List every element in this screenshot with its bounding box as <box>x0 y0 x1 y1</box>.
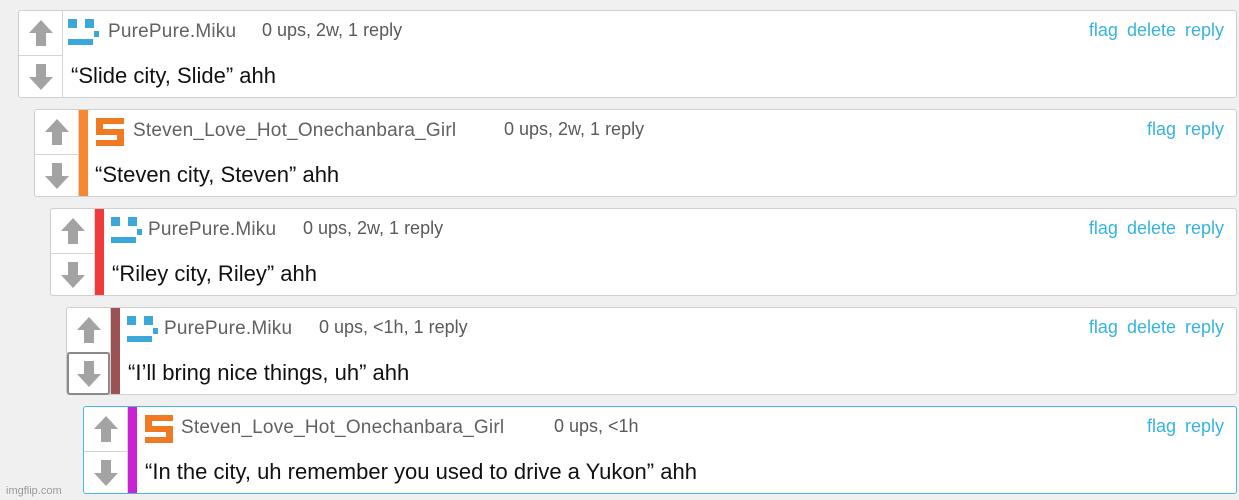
username-link[interactable]: PurePure.Miku <box>148 219 276 241</box>
reply-link[interactable]: reply <box>1185 119 1224 140</box>
comment-actions: flag delete reply <box>1089 218 1224 239</box>
downvote-button[interactable] <box>35 154 78 197</box>
reply-depth-bar <box>111 308 120 394</box>
comment-text: “Slide city, Slide” ahh <box>71 63 277 88</box>
miku-icon <box>108 213 144 249</box>
comment: PurePure.Miku 0 ups, 2w, 1 reply flag de… <box>18 10 1237 98</box>
comment-actions: flag delete reply <box>1089 317 1224 338</box>
upvote-button[interactable] <box>67 308 110 353</box>
upvote-button[interactable] <box>19 11 62 56</box>
up-arrow-icon <box>93 416 118 442</box>
comment-text: “Steven city, Steven” ahh <box>95 162 340 187</box>
down-arrow-icon <box>28 63 53 90</box>
comment-meta: 0 ups, 2w, 1 reply <box>303 218 444 238</box>
down-arrow-icon <box>60 261 85 288</box>
comment-meta: 0 ups, 2w, 1 reply <box>504 119 645 139</box>
reply-depth-bar <box>79 110 88 196</box>
reply-depth-bar <box>95 209 104 295</box>
comment-actions: flag reply <box>1147 119 1224 140</box>
username-link[interactable]: PurePure.Miku <box>108 21 236 43</box>
comment: Steven_Love_Hot_Onechanbara_Girl 0 ups, … <box>34 109 1237 197</box>
reply-depth-bar <box>128 407 137 493</box>
upvote-button[interactable] <box>51 209 94 254</box>
comment: PurePure.Miku 0 ups, <1h, 1 reply flag d… <box>66 307 1237 395</box>
delete-link[interactable]: delete <box>1127 218 1176 239</box>
comment: PurePure.Miku 0 ups, 2w, 1 reply flag de… <box>50 208 1237 296</box>
reply-link[interactable]: reply <box>1185 317 1224 338</box>
miku-icon <box>65 15 101 51</box>
comment-text: “Riley city, Riley” ahh <box>112 261 317 286</box>
username-link[interactable]: Steven_Love_Hot_Onechanbara_Girl <box>181 417 504 439</box>
downvote-button[interactable] <box>51 253 94 296</box>
comment-text: “In the city, uh remember you used to dr… <box>145 459 697 484</box>
down-arrow-icon <box>44 162 69 189</box>
flag-link[interactable]: flag <box>1089 20 1118 41</box>
comment-actions: flag delete reply <box>1089 20 1224 41</box>
comment-highlighted: Steven_Love_Hot_Onechanbara_Girl 0 ups, … <box>83 406 1237 494</box>
vote-column <box>51 209 95 295</box>
upvote-button[interactable] <box>84 407 127 452</box>
imgflip-watermark: imgflip.com <box>6 485 62 497</box>
comment-meta: 0 ups, <1h <box>554 416 639 436</box>
up-arrow-icon <box>44 119 69 145</box>
comment-meta: 0 ups, <1h, 1 reply <box>319 317 468 337</box>
reply-link[interactable]: reply <box>1185 218 1224 239</box>
flag-link[interactable]: flag <box>1147 119 1176 140</box>
reply-link[interactable]: reply <box>1185 20 1224 41</box>
up-arrow-icon <box>76 317 101 343</box>
delete-link[interactable]: delete <box>1127 20 1176 41</box>
downvote-button[interactable] <box>19 55 62 98</box>
vote-column <box>84 407 128 493</box>
comment-text: “I’ll bring nice things, uh” ahh <box>128 360 410 385</box>
vote-column <box>19 11 63 97</box>
username-link[interactable]: Steven_Love_Hot_Onechanbara_Girl <box>133 120 456 142</box>
comment-meta: 0 ups, 2w, 1 reply <box>262 20 403 40</box>
downvote-button[interactable] <box>84 451 127 494</box>
vote-column <box>35 110 79 196</box>
username-link[interactable]: PurePure.Miku <box>164 318 292 340</box>
miku-icon <box>124 312 160 348</box>
upvote-button[interactable] <box>35 110 78 155</box>
flag-link[interactable]: flag <box>1147 416 1176 437</box>
up-arrow-icon <box>28 20 53 46</box>
steven-s-icon <box>141 411 177 447</box>
reply-link[interactable]: reply <box>1185 416 1224 437</box>
down-arrow-icon <box>76 360 101 387</box>
up-arrow-icon <box>60 218 85 244</box>
delete-link[interactable]: delete <box>1127 317 1176 338</box>
vote-column <box>67 308 111 394</box>
flag-link[interactable]: flag <box>1089 218 1118 239</box>
comment-actions: flag reply <box>1147 416 1224 437</box>
downvote-button[interactable] <box>67 352 110 395</box>
down-arrow-icon <box>93 459 118 486</box>
flag-link[interactable]: flag <box>1089 317 1118 338</box>
steven-s-icon <box>92 114 128 150</box>
